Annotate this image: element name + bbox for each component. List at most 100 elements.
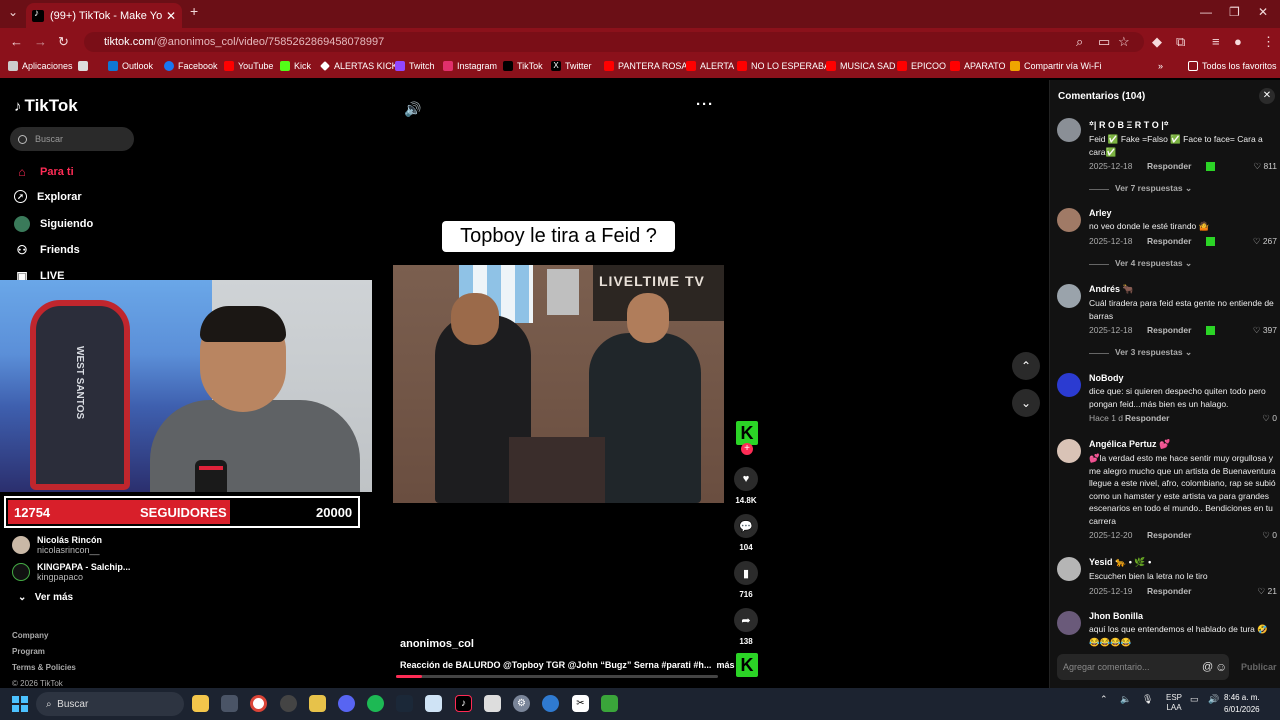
view-replies-button[interactable]: Ver 4 respuestas ⌄ [1089, 258, 1279, 269]
search-input[interactable]: Buscar [10, 127, 134, 151]
avatar[interactable] [1057, 557, 1081, 581]
following-account[interactable]: Nicolás Rincón nicolasrincon__ [12, 535, 102, 555]
url-input[interactable]: tiktok.com/@anonimos_col/video/758526286… [84, 32, 1144, 52]
volume-icon[interactable]: 🔊 [404, 101, 421, 118]
spotify-icon[interactable] [367, 695, 384, 712]
footer-company[interactable]: Company [12, 631, 48, 640]
avatar[interactable] [1057, 118, 1081, 142]
like-count[interactable]: ♡ 0 [1262, 530, 1277, 541]
more-link[interactable]: más [716, 660, 734, 670]
chrome-icon[interactable] [250, 695, 267, 712]
like-count[interactable]: ♡ 397 [1253, 325, 1277, 336]
nav-explore[interactable]: ➚ Explorar [14, 190, 82, 203]
extension-diamond-icon[interactable]: ◆ [1152, 34, 1162, 50]
nav-following[interactable]: Siguiendo [14, 216, 93, 232]
like-count[interactable]: ♡ 267 [1253, 236, 1277, 247]
taskbar-search[interactable]: ⌕ Buscar [36, 692, 184, 716]
bookmark-item[interactable]: TikTok [503, 61, 543, 71]
avatar[interactable] [1057, 373, 1081, 397]
app-icon[interactable] [309, 695, 326, 712]
bookmark-item[interactable]: Facebook [164, 61, 218, 71]
tab-groups-icon[interactable]: ≡ [1212, 34, 1220, 49]
comment-button[interactable]: 💬 104 [734, 514, 758, 552]
bookmark-item[interactable]: YouTube [224, 61, 273, 71]
zoom-icon[interactable]: ⌕ [1076, 34, 1083, 50]
forward-icon[interactable]: → [34, 34, 47, 49]
app-icon[interactable] [542, 695, 559, 712]
nav-friends[interactable]: ⚇ Friends [14, 242, 80, 258]
minecraft-icon[interactable] [601, 695, 618, 712]
video-author[interactable]: anonimos_col [400, 638, 474, 650]
bookmark-item[interactable]: APARATO [950, 61, 1006, 71]
clock[interactable]: 8:46 a. m. 6/01/2026 [1224, 692, 1260, 716]
bookmark-item[interactable]: Twitch [395, 61, 435, 71]
input-language[interactable]: ESP LAA [1166, 693, 1182, 713]
steam-icon[interactable] [396, 695, 413, 712]
kick-sound-icon[interactable]: K [736, 653, 758, 677]
save-button[interactable]: ▮ 716 [734, 561, 758, 599]
emoji-icon[interactable]: ☺ [1215, 654, 1227, 680]
bookmark-item[interactable]: NO LO ESPERABA [737, 61, 830, 71]
bookmark-item[interactable]: Outlook [108, 61, 153, 71]
bookmark-item[interactable]: ALERTA [686, 61, 734, 71]
tray-overflow-icon[interactable]: ⌃ [1100, 694, 1108, 705]
like-button[interactable]: ♥ 14.8K [734, 467, 758, 505]
reply-button[interactable]: Responder [1147, 586, 1191, 596]
avatar[interactable] [1057, 611, 1081, 635]
follow-plus-icon[interactable]: + [741, 443, 753, 455]
tiktok-logo[interactable]: ♪ TikTok [14, 96, 78, 116]
file-explorer-icon[interactable] [192, 695, 209, 712]
bookmark-item[interactable]: MUSICA SAD [826, 61, 896, 71]
like-count[interactable]: ♡ 811 [1253, 161, 1277, 172]
reply-button[interactable]: Responder [1147, 236, 1191, 246]
windows-start-icon[interactable] [12, 696, 28, 712]
extensions-icon[interactable]: ⧉ [1176, 34, 1185, 50]
all-favorites-folder[interactable]: Todos los favoritos [1188, 61, 1277, 71]
bookmarks-overflow-icon[interactable]: » [1158, 61, 1163, 71]
bookmark-item[interactable]: Kick [280, 61, 311, 71]
see-more-link[interactable]: ⌄ Ver más [18, 592, 73, 603]
bookmark-item[interactable]: X Twitter [551, 61, 592, 71]
reload-icon[interactable]: ↻ [58, 34, 69, 50]
nav-for-you[interactable]: ⌂ Para ti [14, 164, 73, 180]
bookmark-item[interactable]: EPICOO [897, 61, 946, 71]
comment-input[interactable]: Agregar comentario... @ ☺ [1057, 654, 1229, 680]
new-tab-icon[interactable]: + [190, 3, 198, 19]
browser-menu-icon[interactable]: ⋮ [1262, 34, 1275, 50]
mention-icon[interactable]: @ [1202, 654, 1213, 680]
close-comments-icon[interactable]: ✕ [1259, 88, 1275, 104]
like-count[interactable]: ♡ 0 [1262, 413, 1277, 424]
share-button[interactable]: ➦ 138 [734, 608, 758, 646]
avatar[interactable] [1057, 208, 1081, 232]
bookmark-grid[interactable] [78, 61, 92, 71]
like-count[interactable]: ♡ 21 [1258, 586, 1277, 597]
creator-avatar-kick-icon[interactable]: K [736, 421, 758, 445]
network-icon[interactable]: ▭ [1190, 694, 1199, 705]
bookmark-item[interactable]: PANTERA ROSA [604, 61, 687, 71]
reply-button[interactable]: Responder [1125, 413, 1169, 423]
video-progress-bar[interactable] [396, 675, 718, 678]
restore-icon[interactable]: ❐ [1229, 5, 1240, 19]
store-icon[interactable] [221, 695, 238, 712]
capcut-icon[interactable]: ✂ [572, 695, 589, 712]
window-close-icon[interactable]: ✕ [1258, 5, 1268, 19]
bookmark-item[interactable]: Aplicaciones [8, 61, 73, 71]
browser-tab[interactable]: (99+) TikTok - Make Your Day ✕ [26, 3, 182, 28]
reply-button[interactable]: Responder [1147, 325, 1191, 335]
microphone-tray-icon[interactable]: 🎙 [1142, 694, 1153, 705]
video-frame[interactable]: LIVELTIME TV [393, 265, 724, 503]
cast-icon[interactable]: ▭ [1098, 34, 1110, 50]
minimize-icon[interactable]: — [1200, 5, 1212, 19]
bookmark-item[interactable]: Compartir vía Wi-Fi [1010, 61, 1102, 71]
tab-search-icon[interactable]: ⌄ [8, 5, 18, 19]
obs-icon[interactable] [280, 695, 297, 712]
post-comment-button[interactable]: Publicar [1241, 662, 1277, 672]
app-icon[interactable] [484, 695, 501, 712]
speaker-icon[interactable]: 🔈 [1120, 694, 1131, 705]
bookmark-star-icon[interactable]: ☆ [1118, 34, 1130, 50]
profile-avatar-icon[interactable]: ● [1234, 34, 1242, 49]
more-options-icon[interactable]: ··· [696, 96, 714, 113]
avatar[interactable] [1057, 439, 1081, 463]
view-replies-button[interactable]: Ver 3 respuestas ⌄ [1089, 347, 1279, 358]
settings-icon[interactable]: ⚙ [513, 695, 530, 712]
